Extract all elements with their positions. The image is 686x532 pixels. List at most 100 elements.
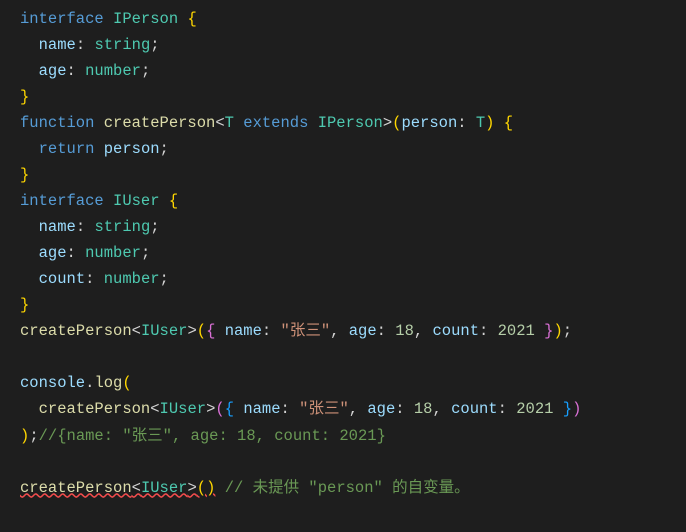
token-kw: return — [39, 140, 104, 158]
token-brace: { — [187, 10, 196, 28]
token-op — [20, 270, 39, 288]
token-kw: interface — [20, 192, 113, 210]
token-op: , — [432, 400, 451, 418]
code-line[interactable] — [20, 344, 678, 370]
token-op: > — [187, 479, 196, 497]
code-editor-content[interactable]: interface IPerson { name: string; age: n… — [0, 0, 686, 507]
token-op: ; — [150, 218, 159, 236]
token-type: string — [94, 36, 150, 54]
token-num: 18 — [395, 322, 414, 340]
token-var: count — [451, 400, 498, 418]
token-op: : — [498, 400, 517, 418]
token-op — [215, 322, 224, 340]
token-op: : — [67, 244, 86, 262]
token-str: "张三" — [281, 322, 331, 340]
token-brace: ( — [197, 479, 206, 497]
token-op: ; — [563, 322, 572, 340]
token-op — [20, 62, 39, 80]
token-str: "张三" — [299, 400, 349, 418]
token-op — [494, 114, 503, 132]
token-op: : — [377, 322, 396, 340]
token-type: IPerson — [113, 10, 187, 28]
token-brace: ( — [197, 322, 206, 340]
token-fn: createPerson — [20, 322, 132, 340]
token-type: T — [225, 114, 244, 132]
token-op: : — [76, 36, 95, 54]
token-var: person — [401, 114, 457, 132]
token-op: ; — [150, 36, 159, 54]
token-op: , — [330, 322, 349, 340]
token-op: : — [395, 400, 414, 418]
token-op: : — [85, 270, 104, 288]
token-op: > — [187, 322, 196, 340]
token-op: < — [132, 322, 141, 340]
code-line[interactable]: } — [20, 84, 678, 110]
token-brace: } — [20, 166, 29, 184]
token-brace3: } — [563, 400, 572, 418]
token-brace2: ( — [215, 400, 224, 418]
token-op — [553, 400, 562, 418]
token-var: name — [243, 400, 280, 418]
token-brace: ( — [122, 374, 131, 392]
token-type: T — [476, 114, 485, 132]
token-op: ; — [141, 62, 150, 80]
code-line[interactable]: createPerson<IUser>() // 未提供 "person" 的自… — [20, 475, 678, 501]
token-kw: function — [20, 114, 104, 132]
code-line[interactable]: } — [20, 292, 678, 318]
token-var: age — [39, 244, 67, 262]
token-brace: { — [169, 192, 178, 210]
token-brace: { — [504, 114, 513, 132]
token-op: , — [414, 322, 433, 340]
token-fn: log — [94, 374, 122, 392]
token-var: name — [39, 36, 76, 54]
token-op — [20, 400, 39, 418]
code-line[interactable]: function createPerson<T extends IPerson>… — [20, 110, 678, 136]
token-fn: createPerson — [104, 114, 216, 132]
token-op: ; — [160, 270, 169, 288]
token-op — [20, 244, 39, 262]
code-line[interactable]: age: number; — [20, 240, 678, 266]
code-line[interactable]: name: string; — [20, 214, 678, 240]
token-num: 2021 — [498, 322, 535, 340]
token-op — [20, 140, 39, 158]
token-op: ; — [160, 140, 169, 158]
token-op — [215, 479, 224, 497]
token-type: number — [85, 62, 141, 80]
token-op — [20, 453, 29, 471]
code-line[interactable]: age: number; — [20, 58, 678, 84]
token-op: : — [76, 218, 95, 236]
code-line[interactable]: console.log( — [20, 370, 678, 396]
token-fn: createPerson<IUser>() — [20, 479, 215, 497]
code-line[interactable]: createPerson<IUser>({ name: "张三", age: 1… — [20, 396, 678, 422]
token-brace: } — [20, 296, 29, 314]
code-line[interactable]: interface IPerson { — [20, 6, 678, 32]
token-brace2: { — [206, 322, 215, 340]
token-var: age — [349, 322, 377, 340]
token-type: string — [94, 218, 150, 236]
token-op: : — [479, 322, 498, 340]
token-type: IUser — [160, 400, 207, 418]
token-op: : — [457, 114, 476, 132]
code-line[interactable]: } — [20, 162, 678, 188]
token-fn: createPerson — [20, 479, 132, 497]
token-com: // 未提供 "person" 的自变量。 — [225, 479, 470, 497]
code-line[interactable]: );//{name: "张三", age: 18, count: 2021} — [20, 423, 678, 449]
token-op — [20, 36, 39, 54]
token-kw: interface — [20, 10, 113, 28]
code-line[interactable]: createPerson<IUser>({ name: "张三", age: 1… — [20, 318, 678, 344]
token-brace2: ) — [572, 400, 581, 418]
code-line[interactable] — [20, 449, 678, 475]
code-line[interactable]: interface IUser { — [20, 188, 678, 214]
token-brace: ) — [206, 479, 215, 497]
token-brace3: { — [225, 400, 234, 418]
code-line[interactable]: return person; — [20, 136, 678, 162]
token-var: name — [39, 218, 76, 236]
token-op: ; — [29, 427, 38, 445]
token-brace: ) — [553, 322, 562, 340]
code-line[interactable]: count: number; — [20, 266, 678, 292]
token-op: < — [215, 114, 224, 132]
token-op: > — [206, 400, 215, 418]
token-var: name — [225, 322, 262, 340]
code-line[interactable]: name: string; — [20, 32, 678, 58]
token-op — [234, 400, 243, 418]
